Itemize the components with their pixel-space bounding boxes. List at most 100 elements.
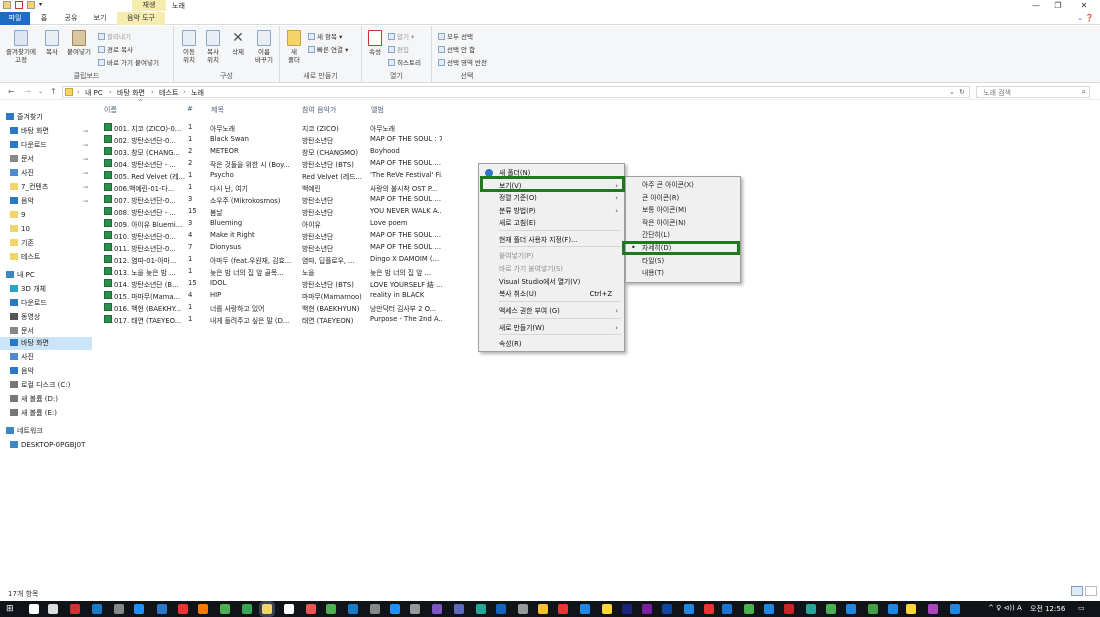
edit-button[interactable]: 편집: [388, 44, 409, 54]
file-row[interactable]: 014. 방탄소년단 (B... 15 IDOL 방탄소년단 (BTS) LOVE YO…: [102, 277, 442, 289]
file-row[interactable]: 006.백예린-01-다... 1 다시 난, 여기 백예린 사랑의 불시착 OST P…: [102, 181, 442, 193]
view-submenu-item[interactable]: 간단히(L): [626, 229, 740, 241]
restore-button[interactable]: ❐: [1048, 0, 1068, 12]
tab-view[interactable]: 보기: [88, 12, 112, 25]
details-view-icon[interactable]: [1071, 586, 1083, 596]
nav-item[interactable]: 7_컨텐츠 ⊸: [0, 181, 92, 194]
nav-item[interactable]: 문서 ⊸: [0, 153, 92, 166]
context-menu-item[interactable]: 새로 고침(E): [479, 217, 624, 229]
nav-item[interactable]: 새 볼륨 (D:): [0, 393, 92, 406]
invert-selection-button[interactable]: 선택 영역 반전: [438, 57, 487, 67]
visual-studio-icon[interactable]: [432, 604, 442, 614]
nav-item[interactable]: 음악 ⊸: [0, 195, 92, 208]
column-header-name[interactable]: 이름: [104, 105, 117, 115]
view-submenu-item[interactable]: 작은 아이콘(N): [626, 217, 740, 229]
nav-item[interactable]: 즐겨찾기: [0, 111, 92, 124]
view-submenu-item[interactable]: 큰 아이콘(R): [626, 192, 740, 204]
nav-item[interactable]: 바탕 화면 ⊸: [0, 125, 92, 138]
app-icon[interactable]: [306, 604, 316, 614]
paste-shortcut-button[interactable]: 바로 가기 붙여넣기: [98, 57, 159, 67]
nav-item[interactable]: 사진: [0, 351, 92, 364]
app-icon[interactable]: [622, 604, 632, 614]
tab-file[interactable]: 파일: [0, 12, 30, 25]
nav-item[interactable]: 테스트: [0, 251, 92, 264]
app-icon[interactable]: [784, 604, 794, 614]
nav-item[interactable]: 새 볼륨 (E:): [0, 407, 92, 420]
file-row[interactable]: 007. 방탄소년단-0... 3 소우주 (Mikrokosmos) 방탄소년단 MA…: [102, 193, 442, 205]
column-header-album[interactable]: 앨범: [371, 105, 384, 115]
app-icon[interactable]: [868, 604, 878, 614]
view-submenu-item[interactable]: 아주 큰 아이콘(X): [626, 179, 740, 191]
search-input[interactable]: 노래 검색 ⌕: [976, 86, 1090, 98]
app-icon[interactable]: [390, 604, 400, 614]
copy-to-button[interactable]: 복사 위치: [202, 30, 224, 64]
windows-start-icon[interactable]: ⊞: [6, 604, 16, 614]
chevron-down-icon[interactable]: ▾: [39, 1, 47, 9]
notification-icon[interactable]: ▭: [1078, 604, 1085, 612]
nav-item[interactable]: 9: [0, 209, 92, 222]
app-icon[interactable]: [950, 604, 960, 614]
app-icon[interactable]: [602, 604, 612, 614]
app-icon[interactable]: [888, 604, 898, 614]
file-row[interactable]: 016. 백현 (BAEKHY... 1 너를 사랑하고 있어 백현 (BAEKHYU…: [102, 301, 442, 313]
open-button[interactable]: 열기 ▾: [388, 31, 414, 41]
app-icon[interactable]: [764, 604, 774, 614]
word-icon[interactable]: [704, 604, 714, 614]
tab-home[interactable]: 홈: [35, 12, 53, 25]
history-button[interactable]: 히스토리: [388, 57, 421, 67]
file-row[interactable]: 009. 아이유 Bluemi... 3 Blueming 아이유 Love poem: [102, 217, 442, 229]
copy-path-button[interactable]: 경로 복사: [98, 44, 133, 54]
nav-item[interactable]: 로컬 디스크 (C:): [0, 379, 92, 392]
file-row[interactable]: 013. 노을 늦은 밤 ... 1 늦은 밤 너의 집 앞 골목... 노을 늦은 밤…: [102, 265, 442, 277]
forward-arrow-icon[interactable]: →: [24, 87, 31, 96]
app-icon[interactable]: [454, 604, 464, 614]
context-menu-item[interactable]: 현재 폴더 사용자 지정(F)...: [479, 234, 624, 246]
view-submenu-item[interactable]: 내용(T): [626, 267, 740, 279]
select-none-button[interactable]: 선택 안 함: [438, 44, 475, 54]
pin-button[interactable]: 즐겨찾기에 고정: [4, 30, 38, 64]
column-header-number[interactable]: #: [187, 105, 193, 113]
cut-button[interactable]: 잘라내기: [98, 31, 131, 41]
address-bar[interactable]: › 내 PC › 바탕 화면 › 테스트 › 노래 ⌄ ↻: [62, 86, 970, 98]
tab-share[interactable]: 공유: [59, 12, 83, 25]
file-row[interactable]: 012. 염따-01-아마... 1 아마두 (feat.우원재, 김효... 염따,…: [102, 253, 442, 265]
context-menu-item[interactable]: 정렬 기준(O) ›: [479, 192, 624, 204]
new-folder-button[interactable]: 새 폴더: [284, 30, 304, 64]
context-menu-item[interactable]: 분류 방법(P) ›: [479, 205, 624, 217]
file-explorer-icon[interactable]: [262, 604, 272, 614]
large-icons-view-icon[interactable]: [1085, 586, 1097, 596]
app-icon[interactable]: [906, 604, 916, 614]
search-icon[interactable]: [29, 604, 39, 614]
app-icon[interactable]: [744, 604, 754, 614]
folder-icon[interactable]: [3, 1, 11, 9]
breadcrumb-test[interactable]: 테스트: [159, 88, 178, 98]
app-icon[interactable]: [806, 604, 816, 614]
nav-item[interactable]: 네트워크: [0, 425, 92, 438]
context-menu-item[interactable]: 속성(R): [479, 338, 624, 350]
chrome-icon[interactable]: [242, 604, 252, 614]
paste-button[interactable]: 붙여넣기: [64, 30, 94, 56]
breadcrumb-this-pc[interactable]: 내 PC: [85, 88, 103, 98]
nav-item[interactable]: 동영상: [0, 311, 92, 324]
nav-item[interactable]: 음악: [0, 365, 92, 378]
nav-item[interactable]: 사진 ⊸: [0, 167, 92, 180]
app-icon[interactable]: [928, 604, 938, 614]
app-icon[interactable]: [370, 604, 380, 614]
rename-button[interactable]: 이름 바꾸기: [252, 30, 276, 64]
new-folder-icon[interactable]: [27, 1, 35, 9]
app-icon[interactable]: [348, 604, 358, 614]
breadcrumb-music[interactable]: 노래: [191, 88, 204, 98]
photoshop-icon[interactable]: [662, 604, 672, 614]
nav-item[interactable]: 3D 개체: [0, 283, 92, 296]
breadcrumb-desktop[interactable]: 바탕 화면: [117, 88, 145, 98]
column-header-title[interactable]: 제목: [211, 105, 224, 115]
column-header-artist[interactable]: 참여 음악가: [302, 105, 336, 115]
file-row[interactable]: 004. 방탄소년단 - ... 2 작은 것들을 위한 시 (Boy... 방탄소년…: [102, 157, 442, 169]
move-to-button[interactable]: 이동 위치: [178, 30, 200, 64]
steam-icon[interactable]: [518, 604, 528, 614]
file-row[interactable]: 015. 마마무(Mama... 4 HIP 마마무(Mamamoo) reality …: [102, 289, 442, 301]
app-icon[interactable]: [476, 604, 486, 614]
file-row[interactable]: 003. 창모 (CHANG... 2 METEOR 창모 (CHANGMO) Boyh…: [102, 145, 442, 157]
nav-item[interactable]: 바탕 화면: [0, 337, 92, 350]
properties-button[interactable]: 속성: [365, 30, 385, 56]
